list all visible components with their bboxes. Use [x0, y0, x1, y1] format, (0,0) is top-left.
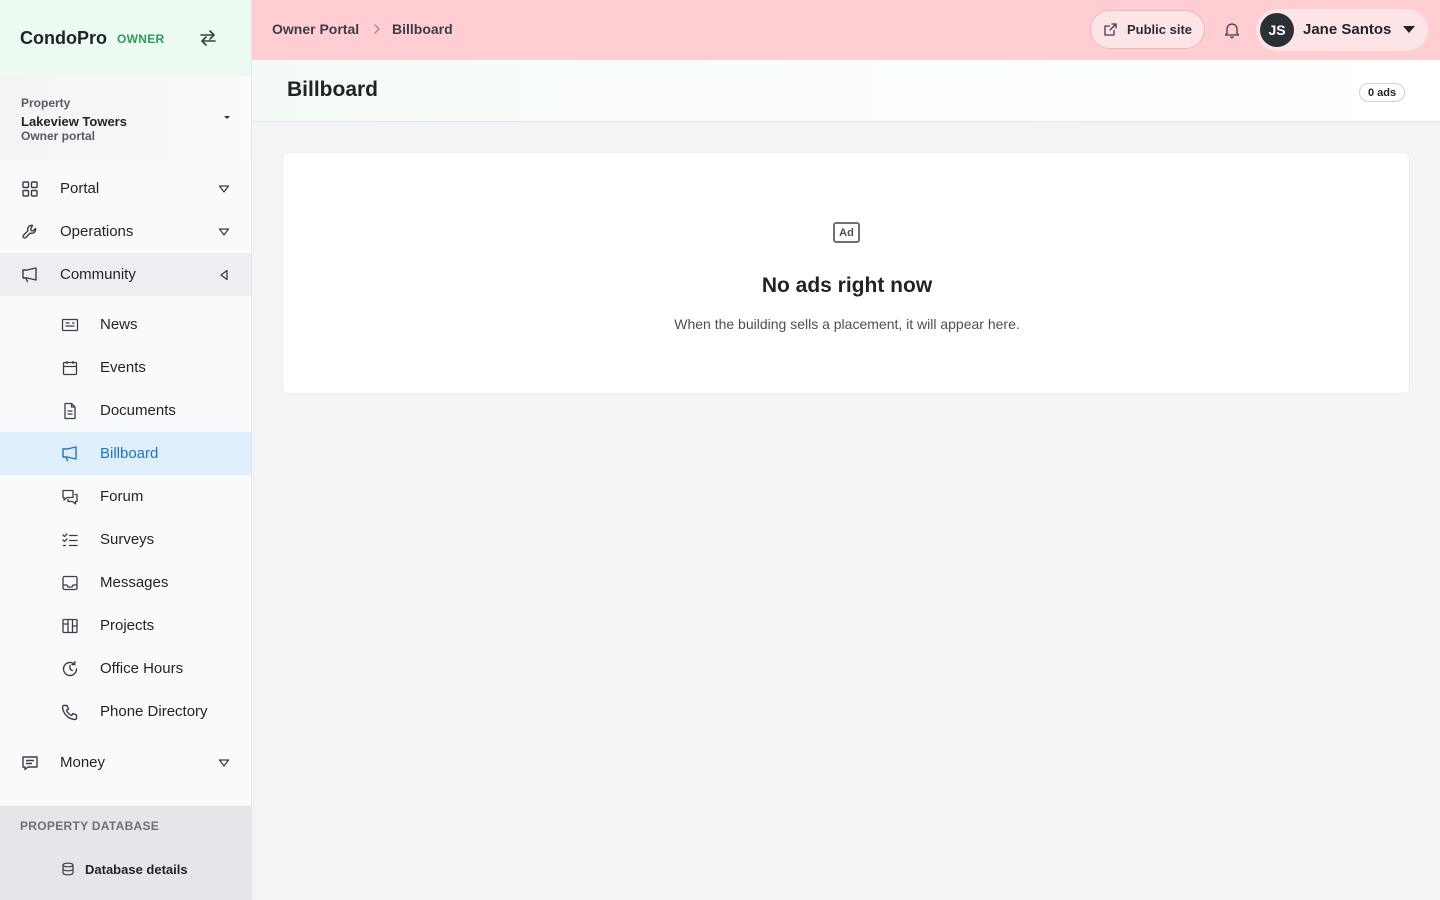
- phone-icon: [61, 703, 79, 721]
- expand-icon: [218, 757, 230, 769]
- property-selector[interactable]: Property Lakeview Towers Owner portal: [0, 76, 251, 160]
- nav-community[interactable]: Community: [0, 253, 251, 296]
- expand-icon: [218, 226, 230, 238]
- brand-header: CondoPro OWNER: [0, 0, 251, 76]
- megaphone-icon: [21, 266, 39, 284]
- nav-operations-label: Operations: [60, 223, 134, 240]
- checklist-icon: [61, 531, 79, 549]
- page-header: Billboard 0 ads: [252, 60, 1440, 122]
- sidebar-item-label: Messages: [100, 574, 169, 591]
- empty-state-subtitle: When the building sells a placement, it …: [674, 316, 1020, 332]
- kanban-icon: [61, 617, 79, 635]
- sidebar-item-events[interactable]: Events: [0, 346, 251, 389]
- chevron-down-icon: [1403, 26, 1415, 33]
- switch-portal-icon[interactable]: [198, 28, 218, 48]
- nav-portal[interactable]: Portal: [0, 167, 251, 210]
- external-link-icon: [1103, 22, 1118, 37]
- bell-icon[interactable]: [1224, 21, 1240, 39]
- sidebar-item-label: Forum: [100, 488, 144, 505]
- collapse-icon: [218, 269, 230, 281]
- sidebar-item-billboard[interactable]: Billboard: [0, 432, 251, 475]
- sidebar-item-label: Events: [100, 359, 146, 376]
- top-bar: Owner Portal Billboard Public site JS Ja…: [252, 0, 1440, 60]
- public-site-button[interactable]: Public site: [1090, 10, 1205, 49]
- sidebar-item-label: Billboard: [100, 445, 159, 462]
- sidebar-item-label: News: [100, 316, 138, 333]
- section-title: PROPERTY DATABASE: [20, 819, 160, 833]
- public-site-label: Public site: [1127, 22, 1193, 37]
- sidebar-item-phone-directory[interactable]: Phone Directory: [0, 690, 251, 733]
- document-icon: [61, 402, 79, 420]
- nav-operations[interactable]: Operations: [0, 210, 251, 253]
- sidebar-item-label: Database details: [85, 861, 188, 877]
- receipt-icon: [21, 754, 39, 772]
- ad-count-badge: 0 ads: [1359, 83, 1406, 102]
- user-menu-button[interactable]: JS Jane Santos: [1256, 9, 1428, 51]
- grid-icon: [21, 180, 39, 198]
- sidebar-item-database-details[interactable]: Database details: [0, 852, 251, 886]
- chat-icon: [61, 488, 79, 506]
- sidebar-item-news[interactable]: News: [0, 303, 251, 346]
- property-database-section: PROPERTY DATABASE Database details: [0, 806, 251, 900]
- avatar: JS: [1260, 13, 1294, 47]
- sidebar-item-documents[interactable]: Documents: [0, 389, 251, 432]
- inbox-icon: [61, 574, 79, 592]
- empty-state-title: No ads right now: [761, 274, 933, 297]
- brand-name: CondoPro: [20, 27, 107, 48]
- sidebar-item-label: Office Hours: [100, 660, 184, 677]
- user-name: Jane Santos: [1303, 21, 1392, 38]
- sidebar-item-label: Documents: [100, 402, 176, 419]
- property-subtitle: Owner portal: [21, 129, 96, 143]
- sidebar-item-messages[interactable]: Messages: [0, 561, 251, 604]
- page-title: Billboard: [287, 78, 379, 101]
- sidebar-item-surveys[interactable]: Surveys: [0, 518, 251, 561]
- property-label: Property: [21, 96, 71, 110]
- sidebar-item-forum[interactable]: Forum: [0, 475, 251, 518]
- breadcrumb-root[interactable]: Owner Portal: [272, 21, 359, 37]
- nav-money-label: Money: [60, 754, 106, 771]
- newspaper-icon: [61, 316, 79, 334]
- sidebar-item-label: Phone Directory: [100, 703, 208, 720]
- breadcrumb-current: Billboard: [392, 21, 453, 37]
- sidebar-item-label: Projects: [100, 617, 155, 634]
- property-dropdown-icon[interactable]: [224, 116, 230, 119]
- property-name: Lakeview Towers: [21, 114, 127, 129]
- expand-icon: [218, 183, 230, 195]
- wrench-icon: [21, 223, 39, 241]
- nav-community-label: Community: [60, 266, 136, 283]
- nav-portal-label: Portal: [60, 180, 100, 197]
- empty-state-card: Ad No ads right now When the building se…: [282, 152, 1410, 394]
- chevron-right-icon: [372, 23, 382, 35]
- sidebar-item-office-hours[interactable]: Office Hours: [0, 647, 251, 690]
- sidebar: CondoPro OWNER Property Lakeview Towers …: [0, 0, 252, 900]
- sidebar-item-label: Surveys: [100, 531, 155, 548]
- clock-icon: [61, 660, 79, 678]
- megaphone-icon: [61, 445, 79, 463]
- nav-money[interactable]: Money: [0, 741, 251, 784]
- ad-icon: Ad: [833, 222, 860, 243]
- calendar-icon: [61, 359, 79, 377]
- brand-role: OWNER: [117, 32, 165, 46]
- sidebar-item-projects[interactable]: Projects: [0, 604, 251, 647]
- database-icon: [61, 862, 75, 876]
